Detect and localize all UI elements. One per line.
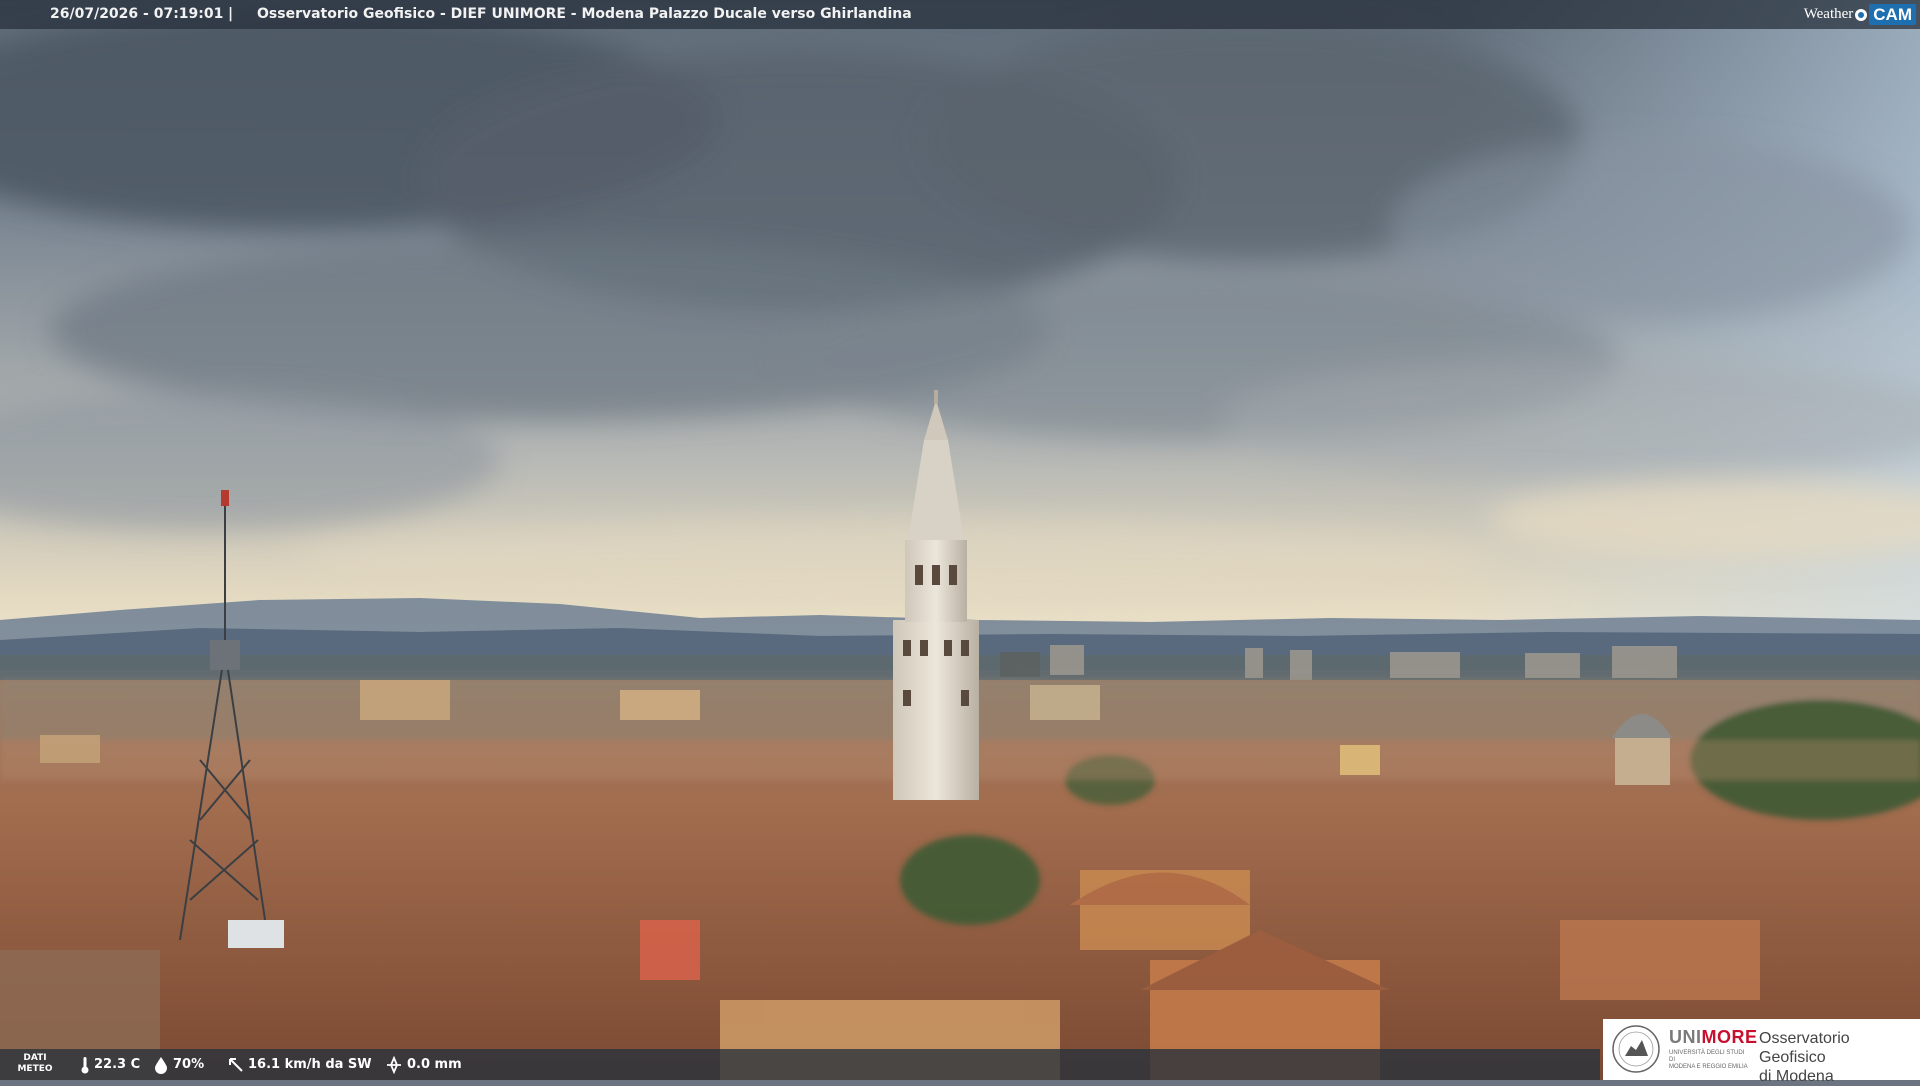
unimore-wordmark: UNIMORE: [1669, 1027, 1758, 1047]
thermometer-icon: [81, 1056, 89, 1073]
temperature-reading: 22.3 C: [80, 1049, 140, 1080]
weathercam-logo-text: Weather: [1803, 6, 1854, 22]
webcam-photo: [0, 0, 1920, 1080]
caption-separator: |: [228, 6, 234, 22]
university-name: Università degli studi di Modena e Reggi…: [1669, 1050, 1748, 1070]
rain-value: 0.0 mm: [407, 1057, 462, 1072]
rain-gauge-icon: [387, 1055, 401, 1074]
university-seal-icon: [1612, 1025, 1660, 1073]
camera-title: Osservatorio Geofisico - DIEF UNIMORE - …: [257, 6, 912, 22]
drop-icon: [1855, 8, 1868, 21]
weather-data-bar: DATI METEO 22.3 C 70% 16.1 km/h da SW 0.…: [0, 1049, 1600, 1080]
wind-icon: [229, 1057, 243, 1072]
weathercam-logo-cam: CAM: [1869, 4, 1916, 25]
caption-bar: 26/07/2026 - 07:19:01 | Osservatorio Geo…: [0, 0, 1920, 29]
humidity-drop-icon: [155, 1056, 167, 1074]
wind-reading: 16.1 km/h da SW: [228, 1049, 372, 1080]
observatory-name: Osservatorio Geofisico di Modena: [1759, 1030, 1850, 1085]
rain-reading: 0.0 mm: [385, 1049, 462, 1080]
weather-data-label: DATI METEO: [17, 1053, 53, 1074]
weathercam-logo: Weather CAM: [1804, 3, 1916, 26]
wind-value: 16.1 km/h da SW: [248, 1057, 372, 1072]
humidity-value: 70%: [173, 1057, 205, 1072]
humidity-reading: 70%: [153, 1049, 204, 1080]
timestamp: 26/07/2026 - 07:19:01: [50, 6, 224, 22]
unimore-logo-panel: UNIMORE Università degli studi di Modena…: [1603, 1019, 1920, 1085]
temperature-value: 22.3 C: [94, 1057, 141, 1072]
